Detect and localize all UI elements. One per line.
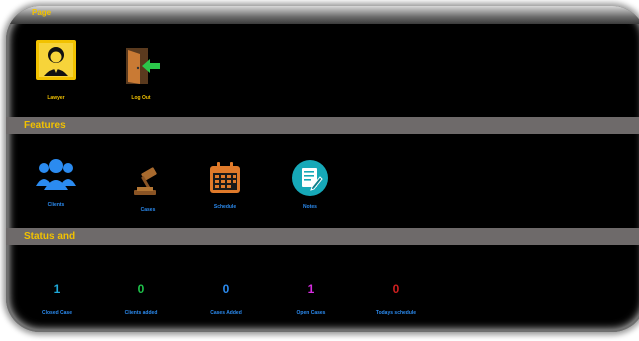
open-cases-label: Open Cases xyxy=(296,310,326,316)
app-window: Page Lawyer Log Out Features Clients Cas… xyxy=(6,6,639,332)
open-cases-stat[interactable]: 1 Open Cases xyxy=(271,282,351,317)
features-section-bar: Features xyxy=(6,117,639,134)
cases-tile[interactable]: Cases xyxy=(113,166,183,214)
closed-case-stat[interactable]: 1 Closed Case xyxy=(17,282,97,317)
schedule-label: Schedule xyxy=(213,204,237,210)
clients-added-stat[interactable]: 0 Clients added xyxy=(101,282,181,317)
clients-label: Clients xyxy=(47,202,65,208)
clients-added-label: Clients added xyxy=(124,310,158,316)
todays-schedule-count: 0 xyxy=(392,282,400,296)
logout-door-icon xyxy=(126,48,160,84)
cases-label: Cases xyxy=(140,207,156,213)
gavel-icon xyxy=(134,167,157,195)
clients-tile[interactable]: Clients xyxy=(21,158,91,209)
top-header-bar: Page xyxy=(6,6,639,24)
logout-tile[interactable]: Log Out xyxy=(106,46,176,102)
notes-icon xyxy=(292,160,328,196)
todays-schedule-stat[interactable]: 0 Todays schedule xyxy=(356,282,436,317)
top-header-title: Page xyxy=(32,8,52,17)
closed-case-count: 1 xyxy=(53,282,61,296)
lawyer-avatar-icon xyxy=(36,40,76,80)
closed-case-label: Closed Case xyxy=(41,310,72,316)
users-icon xyxy=(36,159,76,190)
open-cases-count: 1 xyxy=(307,282,315,296)
cases-added-count: 0 xyxy=(222,282,230,296)
clients-added-count: 0 xyxy=(137,282,145,296)
calendar-icon xyxy=(210,162,240,193)
lawyer-label: Lawyer xyxy=(47,95,65,101)
notes-tile[interactable]: Notes xyxy=(275,160,345,211)
status-section-title: Status and xyxy=(24,231,76,242)
lawyer-tile[interactable]: Lawyer xyxy=(21,40,91,102)
todays-schedule-label: Todays schedule xyxy=(375,310,417,316)
features-section-title: Features xyxy=(24,120,66,131)
status-section-bar: Status and xyxy=(6,228,639,245)
logout-label: Log Out xyxy=(131,95,151,101)
cases-added-stat[interactable]: 0 Cases Added xyxy=(186,282,266,317)
schedule-tile[interactable]: Schedule xyxy=(190,161,260,211)
notes-label: Notes xyxy=(303,204,317,210)
cases-added-label: Cases Added xyxy=(210,310,242,316)
